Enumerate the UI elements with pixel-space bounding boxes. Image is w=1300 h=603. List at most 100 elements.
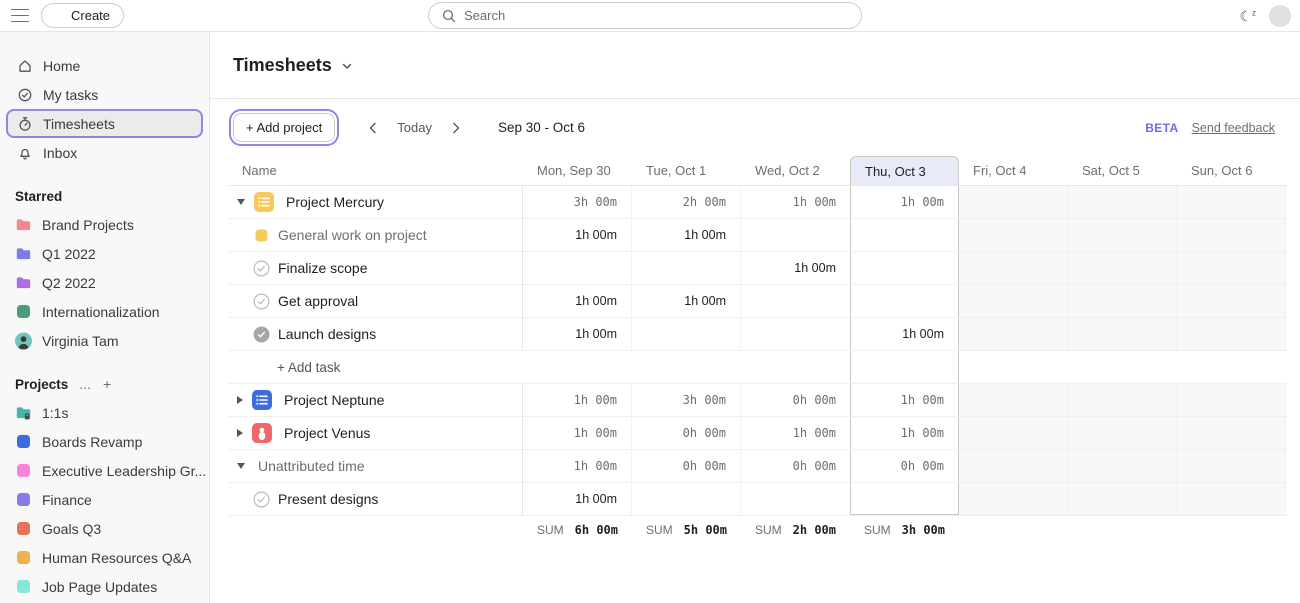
time-cell[interactable] <box>850 252 959 284</box>
time-cell[interactable]: 2h 00m <box>632 186 741 218</box>
sidebar-item-finance[interactable]: Finance <box>0 485 209 514</box>
row-name-cell[interactable]: Unattributed time <box>228 450 523 482</box>
row-name-cell[interactable]: Project Mercury <box>228 186 523 218</box>
time-cell[interactable] <box>1177 417 1286 449</box>
time-cell[interactable] <box>741 219 850 251</box>
time-cell[interactable]: 1h 00m <box>523 450 632 482</box>
add-task-button[interactable]: + Add task <box>277 360 340 375</box>
time-cell[interactable] <box>1068 483 1177 515</box>
time-cell[interactable]: 1h 00m <box>741 186 850 218</box>
task-check-icon[interactable] <box>253 260 270 277</box>
projects-add-icon[interactable]: + <box>103 376 111 392</box>
time-cell[interactable] <box>632 318 741 350</box>
sidebar-item-inbox[interactable]: Inbox <box>6 138 203 167</box>
sidebar-item-q2-2022[interactable]: Q2 2022 <box>0 268 209 297</box>
time-cell[interactable] <box>1177 285 1286 317</box>
time-cell[interactable] <box>741 285 850 317</box>
sidebar-item-my-tasks[interactable]: My tasks <box>6 80 203 109</box>
time-cell[interactable] <box>1068 252 1177 284</box>
sidebar-item-home[interactable]: Home <box>6 51 203 80</box>
add-project-button[interactable]: + Add project <box>233 113 335 142</box>
expand-caret-icon[interactable] <box>237 396 243 404</box>
time-cell[interactable]: 1h 00m <box>632 219 741 251</box>
next-week-icon[interactable] <box>445 117 467 139</box>
row-name-cell[interactable]: Project Venus <box>228 417 523 449</box>
time-cell[interactable] <box>1068 219 1177 251</box>
time-cell[interactable]: 1h 00m <box>523 384 632 416</box>
row-name-cell[interactable]: Get approval <box>228 285 523 317</box>
time-cell[interactable] <box>1068 186 1177 218</box>
task-check-icon[interactable] <box>253 293 270 310</box>
time-cell[interactable]: 0h 00m <box>632 450 741 482</box>
time-cell[interactable]: 1h 00m <box>741 417 850 449</box>
time-cell[interactable] <box>959 450 1068 482</box>
time-cell[interactable] <box>1177 483 1286 515</box>
projects-more-icon[interactable]: ... <box>79 376 91 392</box>
time-cell[interactable]: 0h 00m <box>741 384 850 416</box>
time-cell[interactable] <box>1068 384 1177 416</box>
today-button[interactable]: Today <box>397 120 432 135</box>
task-check-done-icon[interactable] <box>253 326 270 343</box>
sidebar-item-goals-q3[interactable]: Goals Q3 <box>0 514 209 543</box>
row-name-cell[interactable]: Finalize scope <box>228 252 523 284</box>
send-feedback-link[interactable]: Send feedback <box>1192 121 1275 135</box>
time-cell[interactable] <box>632 252 741 284</box>
create-button[interactable]: + Create <box>41 3 124 28</box>
row-name-cell[interactable]: Launch designs <box>228 318 523 350</box>
sidebar-item-timesheets[interactable]: Timesheets <box>6 109 203 138</box>
user-avatar[interactable] <box>1269 5 1291 27</box>
time-cell[interactable] <box>741 318 850 350</box>
expand-caret-icon[interactable] <box>237 429 243 437</box>
time-cell[interactable] <box>741 483 850 515</box>
hamburger-menu-icon[interactable] <box>11 9 29 23</box>
time-cell[interactable] <box>1177 186 1286 218</box>
time-cell[interactable] <box>959 318 1068 350</box>
collapse-caret-icon[interactable] <box>237 463 245 469</box>
task-check-icon[interactable] <box>253 491 270 508</box>
time-cell[interactable]: 1h 00m <box>850 186 959 218</box>
time-cell[interactable]: 1h 00m <box>850 318 959 350</box>
time-cell[interactable] <box>850 219 959 251</box>
time-cell[interactable] <box>632 483 741 515</box>
sidebar-item-q1-2022[interactable]: Q1 2022 <box>0 239 209 268</box>
time-cell[interactable]: 1h 00m <box>523 285 632 317</box>
time-cell[interactable]: 0h 00m <box>741 450 850 482</box>
row-name-cell[interactable]: General work on project <box>228 219 523 251</box>
time-cell[interactable]: 1h 00m <box>523 219 632 251</box>
sidebar-item-1-1s[interactable]: 1:1s <box>0 398 209 427</box>
time-cell[interactable] <box>959 186 1068 218</box>
sidebar-item-executive-leadership-gr[interactable]: Executive Leadership Gr... <box>0 456 209 485</box>
time-cell[interactable]: 1h 00m <box>523 318 632 350</box>
time-cell[interactable] <box>959 417 1068 449</box>
sidebar-item-virginia-tam[interactable]: Virginia Tam <box>0 326 209 355</box>
time-cell[interactable]: 0h 00m <box>632 417 741 449</box>
sidebar-item-job-page-updates[interactable]: Job Page Updates <box>0 572 209 601</box>
time-cell[interactable]: 3h 00m <box>632 384 741 416</box>
time-cell[interactable] <box>959 219 1068 251</box>
time-cell[interactable] <box>1068 285 1177 317</box>
time-cell[interactable]: 1h 00m <box>850 417 959 449</box>
time-cell[interactable]: 1h 00m <box>523 483 632 515</box>
collapse-caret-icon[interactable] <box>237 199 245 205</box>
search-input[interactable]: Search <box>428 2 862 29</box>
time-cell[interactable] <box>959 252 1068 284</box>
time-cell[interactable] <box>1177 318 1286 350</box>
time-cell[interactable] <box>1177 219 1286 251</box>
time-cell[interactable] <box>1177 450 1286 482</box>
snooze-moon-icon[interactable]: ☾z <box>1239 9 1256 23</box>
time-cell[interactable] <box>1068 318 1177 350</box>
row-name-cell[interactable]: + Add task <box>228 351 523 383</box>
time-cell[interactable]: 1h 00m <box>632 285 741 317</box>
time-cell[interactable] <box>959 285 1068 317</box>
time-cell[interactable] <box>1068 417 1177 449</box>
time-cell[interactable]: 1h 00m <box>850 384 959 416</box>
time-cell[interactable]: 3h 00m <box>523 186 632 218</box>
sidebar-item-human-resources-q-a[interactable]: Human Resources Q&A <box>0 543 209 572</box>
row-name-cell[interactable]: Present designs <box>228 483 523 515</box>
sidebar-item-brand-projects[interactable]: Brand Projects <box>0 210 209 239</box>
time-cell[interactable]: 1h 00m <box>523 417 632 449</box>
previous-week-icon[interactable] <box>362 117 384 139</box>
time-cell[interactable] <box>1177 252 1286 284</box>
time-cell[interactable] <box>523 252 632 284</box>
time-cell[interactable] <box>850 285 959 317</box>
